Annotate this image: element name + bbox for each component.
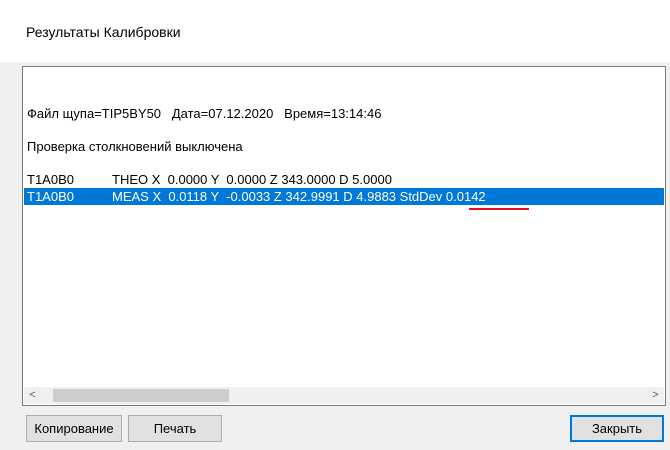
scrollbar-thumb[interactable]: [53, 389, 229, 402]
probe-file-date-time-line: Файл щупа=TIP5BY50 Дата=07.12.2020 Время…: [27, 106, 382, 121]
print-button[interactable]: Печать: [128, 415, 222, 442]
row-tip-id: T1A0B0: [27, 189, 74, 204]
row-values: MEAS X 0.0118 Y -0.0033 Z 342.9991 D 4.9…: [112, 189, 486, 204]
result-row-meas-selected[interactable]: T1A0B0 MEAS X 0.0118 Y -0.0033 Z 342.999…: [24, 188, 664, 205]
close-button[interactable]: Закрыть: [570, 415, 664, 442]
calibration-results-dialog: Результаты Калибровки Файл щупа=TIP5BY50…: [0, 0, 670, 450]
title-bar: Результаты Калибровки: [0, 0, 670, 62]
row-tip-id: T1A0B0: [27, 172, 74, 187]
stddev-highlight-underline: [469, 208, 529, 210]
scroll-right-arrow-icon[interactable]: >: [647, 387, 664, 404]
scroll-left-arrow-icon[interactable]: <: [24, 387, 41, 404]
horizontal-scrollbar[interactable]: < >: [24, 387, 664, 404]
row-values: THEO X 0.0000 Y 0.0000 Z 343.0000 D 5.00…: [112, 172, 392, 187]
copy-button[interactable]: Копирование: [26, 415, 122, 442]
result-row-theo[interactable]: T1A0B0 THEO X 0.0000 Y 0.0000 Z 343.0000…: [24, 171, 664, 188]
dialog-title: Результаты Калибровки: [26, 24, 181, 40]
collision-check-status: Проверка столкновений выключена: [27, 139, 243, 154]
results-list[interactable]: Файл щупа=TIP5BY50 Дата=07.12.2020 Время…: [22, 66, 666, 406]
